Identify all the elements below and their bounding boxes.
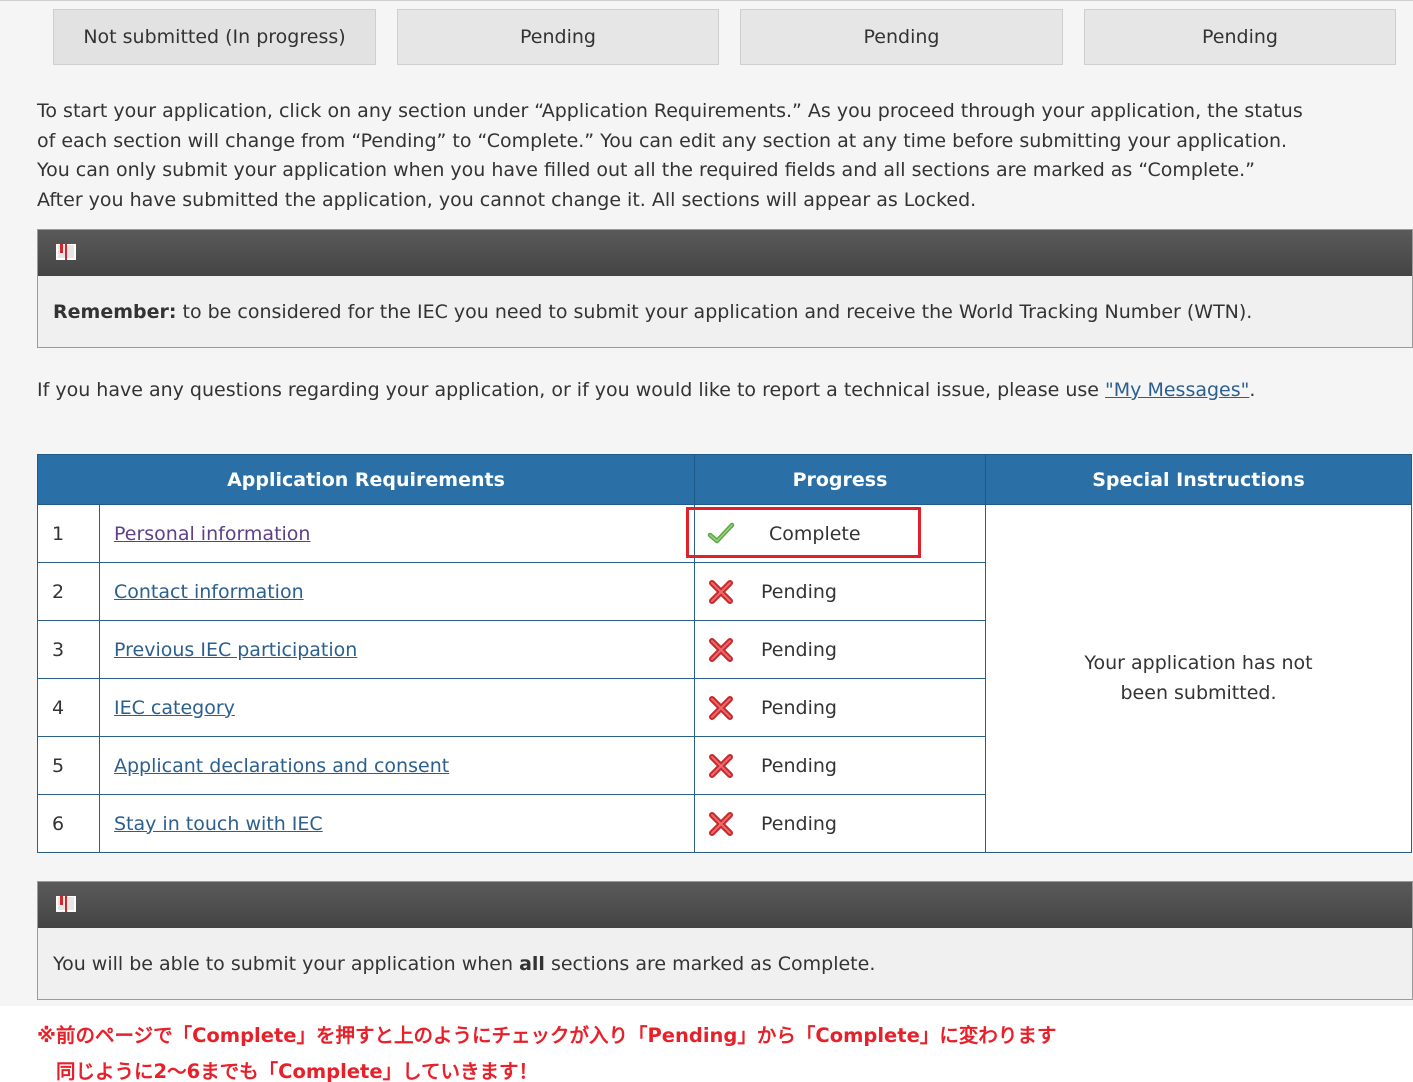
intro-line: of each section will change from “Pendin…	[37, 129, 1288, 152]
notice-body: You will be able to submit your applicat…	[38, 928, 1412, 999]
annotation-line: ※前のページで「Complete」を押すと上のようにチェックが入り「Pendin…	[37, 1024, 1057, 1047]
intro-line: To start your application, click on any …	[37, 100, 1303, 122]
cross-icon	[709, 753, 733, 778]
remember-notice: Remember: to be considered for the IEC y…	[37, 229, 1413, 348]
row-number: 6	[37, 794, 100, 853]
progress-status: Pending	[761, 754, 837, 777]
row-number: 1	[37, 504, 100, 563]
notice-header	[38, 882, 1412, 928]
notice-body: Remember: to be considered for the IEC y…	[38, 276, 1412, 347]
submit-text-post: sections are marked as Complete.	[544, 952, 876, 975]
special-instructions-line: Your application has not	[1084, 651, 1313, 674]
remember-label: Remember:	[53, 300, 177, 323]
progress-status: Complete	[769, 522, 861, 545]
cross-icon	[709, 695, 733, 720]
cross-icon	[709, 811, 733, 836]
progress-status: Pending	[761, 812, 837, 835]
progress-cell: Pending	[694, 736, 986, 795]
special-instructions-line: been submitted.	[1120, 681, 1277, 704]
header-progress: Progress	[694, 454, 986, 505]
special-instructions: Your application has not been submitted.	[985, 504, 1412, 853]
status-tab-2: Pending	[397, 9, 719, 65]
progress-cell: Pending	[694, 678, 986, 737]
annotation-line: 同じように2～6までも「Complete」していきます！	[56, 1060, 538, 1082]
application-page: Not submitted (In progress) Pending Pend…	[0, 0, 1413, 1006]
personal-information-link[interactable]: Personal information	[114, 523, 310, 545]
status-tab-application: Not submitted (In progress)	[53, 9, 376, 65]
progress-cell: Pending	[694, 794, 986, 853]
header-special-instructions: Special Instructions	[985, 454, 1412, 505]
row-number: 2	[37, 562, 100, 621]
submit-text-pre: You will be able to submit your applicat…	[53, 952, 520, 975]
book-icon	[56, 896, 76, 912]
remember-text: to be considered for the IEC you need to…	[176, 300, 1253, 323]
help-text-body: If you have any questions regarding your…	[37, 379, 1106, 401]
row-number: 3	[37, 620, 100, 679]
progress-cell: Pending	[694, 562, 986, 621]
notice-header	[38, 230, 1412, 276]
book-icon	[56, 244, 76, 260]
iec-category-link[interactable]: IEC category	[114, 697, 235, 719]
progress-cell: Complete	[686, 504, 986, 563]
applicant-declarations-link[interactable]: Applicant declarations and consent	[114, 755, 449, 777]
cross-icon	[709, 637, 733, 662]
header-requirements: Application Requirements	[37, 454, 695, 505]
check-icon	[707, 522, 735, 543]
intro-line: After you have submitted the application…	[37, 189, 977, 212]
row-number: 4	[37, 678, 100, 737]
table-row: 1 Personal information Complete Your app…	[37, 504, 1412, 853]
stay-in-touch-link[interactable]: Stay in touch with IEC	[114, 813, 323, 835]
contact-information-link[interactable]: Contact information	[114, 581, 304, 603]
progress-status: Pending	[761, 696, 837, 719]
status-tab-4: Pending	[1084, 9, 1396, 65]
progress-status: Pending	[761, 638, 837, 661]
progress-status: Pending	[761, 580, 837, 603]
intro-text: To start your application, click on any …	[37, 97, 1397, 216]
status-tab-3: Pending	[740, 9, 1063, 65]
submit-notice: You will be able to submit your applicat…	[37, 881, 1413, 1000]
progress-cell: Pending	[694, 620, 986, 679]
my-messages-link[interactable]: "My Messages"	[1105, 379, 1249, 401]
help-text: If you have any questions regarding your…	[37, 379, 1255, 401]
submit-text-bold: all	[519, 952, 545, 975]
help-text-end: .	[1249, 379, 1256, 401]
annotation-note: ※前のページで「Complete」を押すと上のようにチェックが入り「Pendin…	[37, 1018, 1056, 1082]
row-number: 5	[37, 736, 100, 795]
requirements-table: Application Requirements Progress Specia…	[37, 454, 1412, 853]
cross-icon	[709, 579, 733, 604]
intro-line: You can only submit your application whe…	[37, 159, 1255, 182]
table-header-row: Application Requirements Progress Specia…	[37, 454, 1412, 505]
previous-iec-participation-link[interactable]: Previous IEC participation	[114, 639, 357, 661]
